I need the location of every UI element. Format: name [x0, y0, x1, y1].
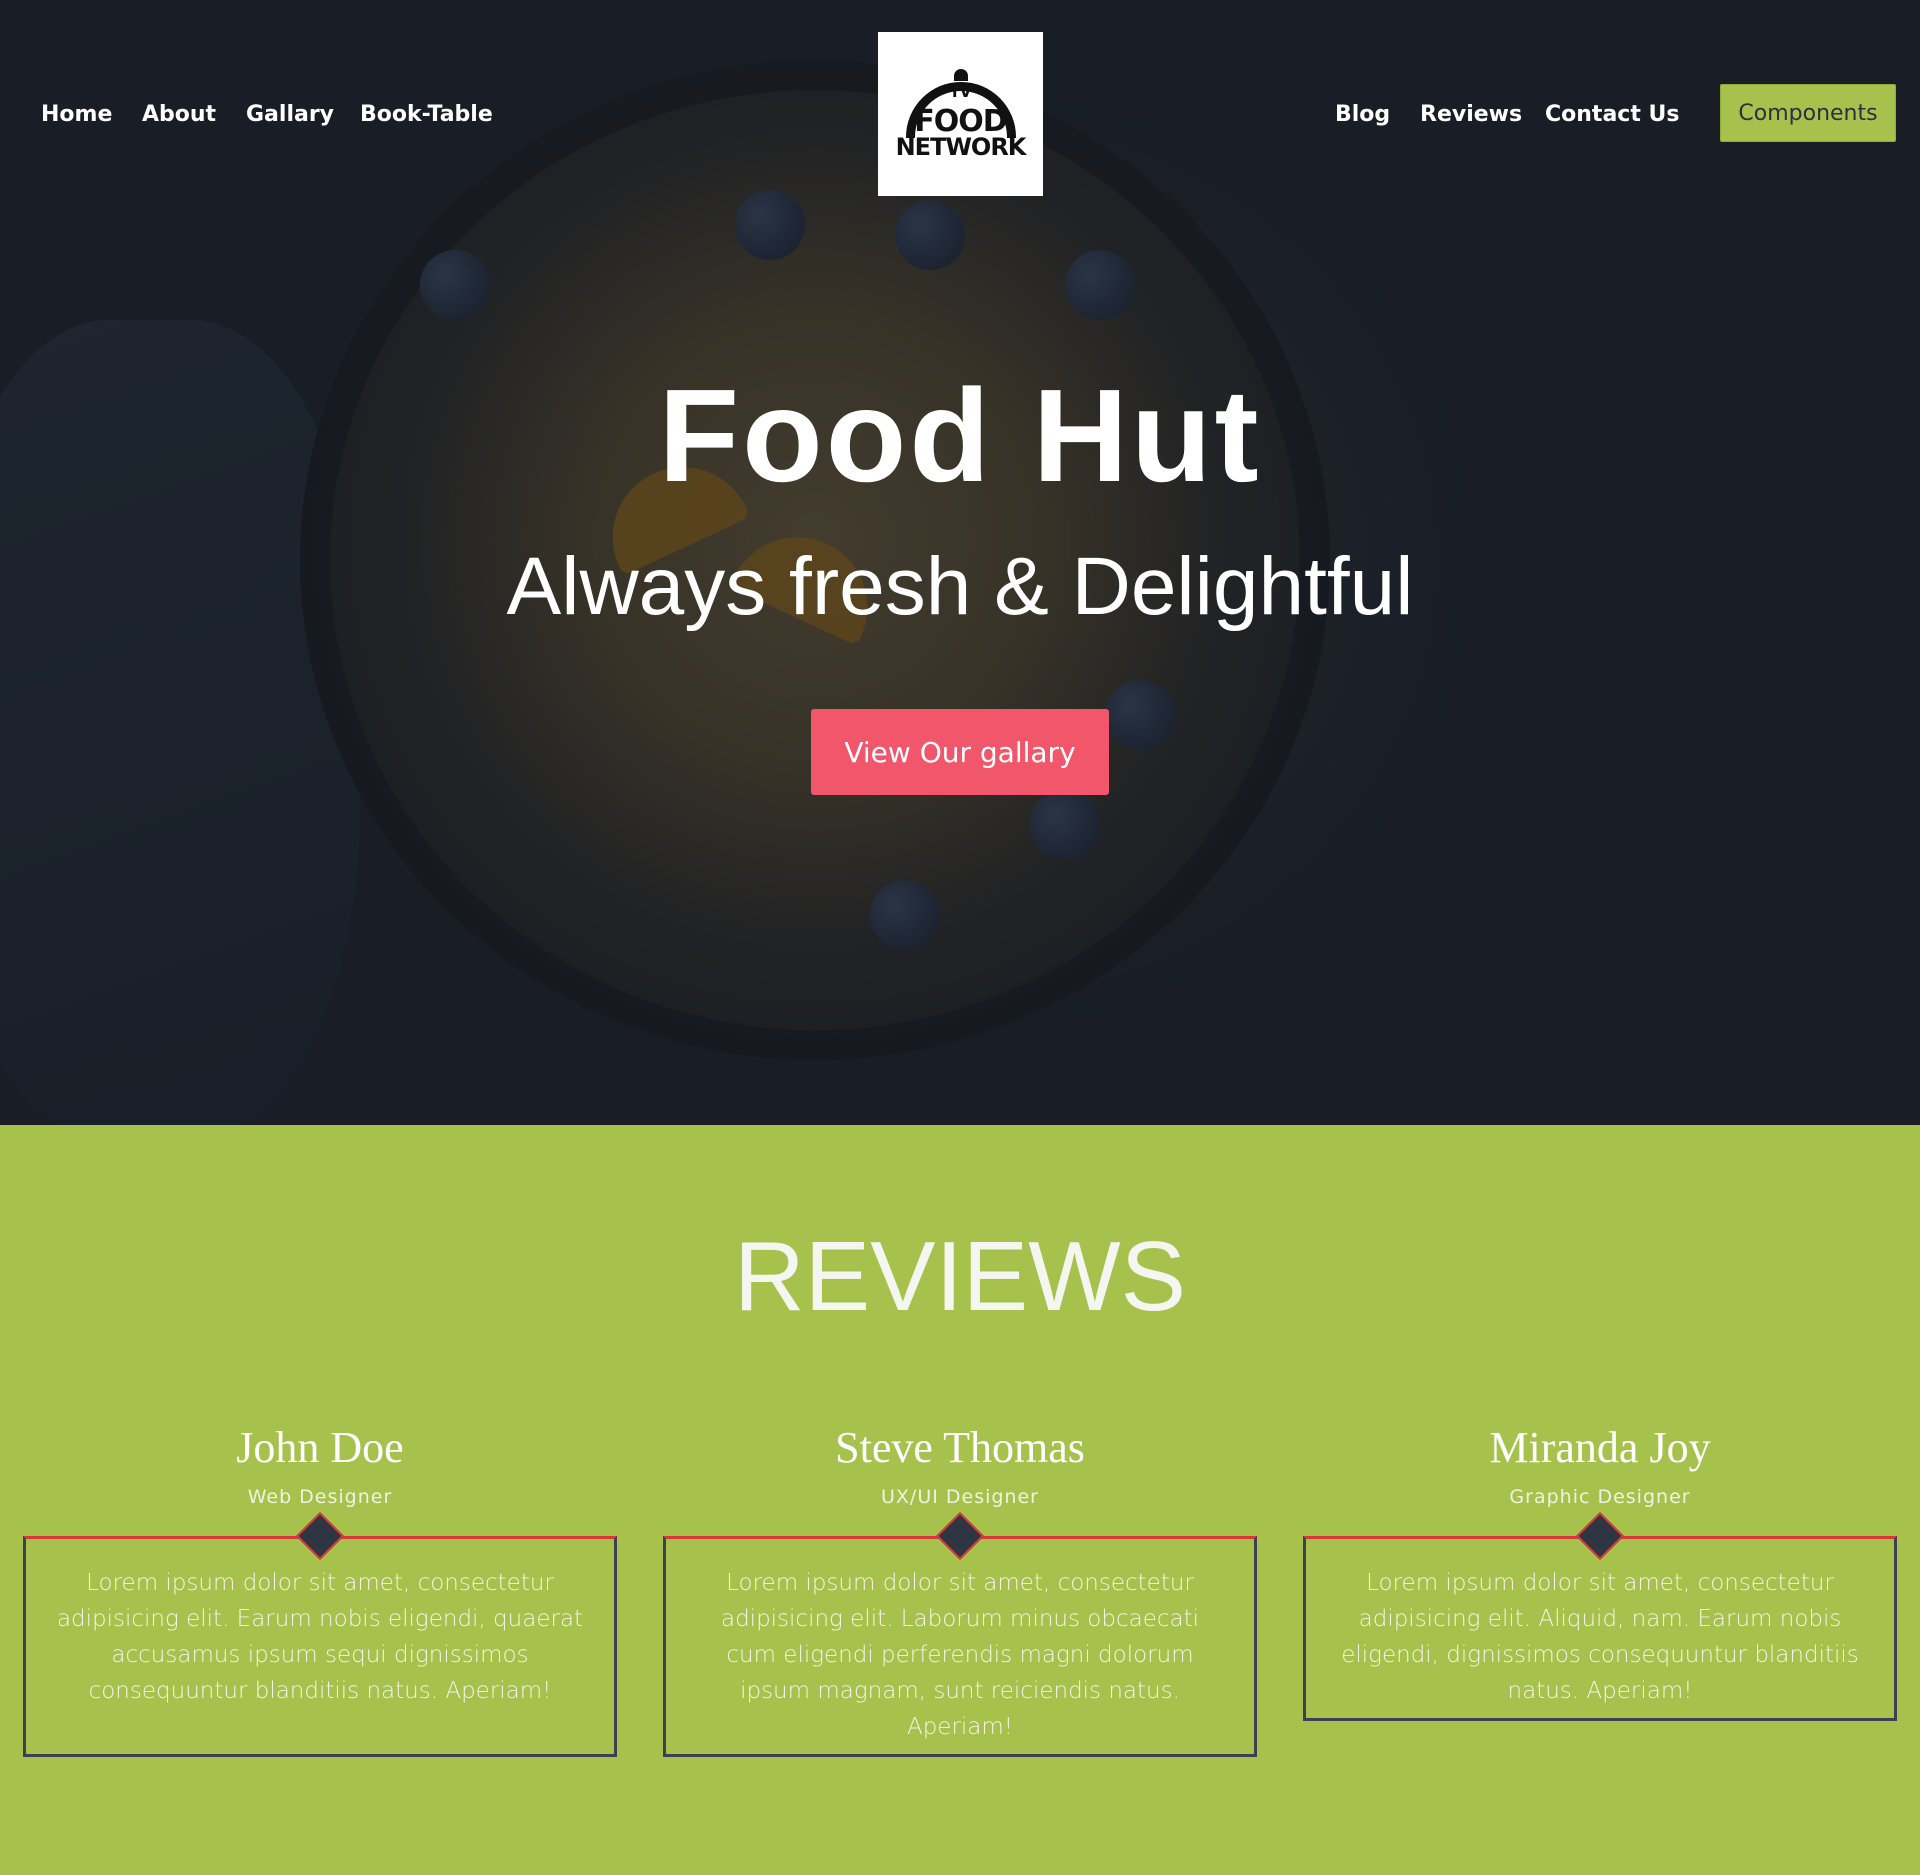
review-text: Lorem ipsum dolor sit amet, consectetur …: [56, 1570, 584, 1704]
logo-dome: TV: [905, 68, 1016, 138]
nav-link-contact-us[interactable]: Contact Us: [1545, 96, 1679, 134]
food-network-cloche-icon[interactable]: TV FOOD NETWORK: [878, 32, 1043, 196]
logo-tv-text: TV: [949, 82, 972, 101]
nav-link-reviews[interactable]: Reviews: [1420, 96, 1522, 134]
reviews-heading: REVIEWS: [734, 1221, 1186, 1331]
review-box: Lorem ipsum dolor sit amet, consectetur …: [23, 1511, 617, 1757]
reviewer-role: Web Designer: [247, 1486, 393, 1508]
review-text: Lorem ipsum dolor sit amet, consectetur …: [720, 1570, 1200, 1740]
nav-link-about[interactable]: About: [142, 96, 216, 134]
nav-link-book-table[interactable]: Book-Table: [360, 96, 493, 134]
components-button[interactable]: Components: [1720, 84, 1896, 142]
hero-subtitle: Always fresh & Delightful: [506, 541, 1414, 632]
nav-link-gallary[interactable]: Gallary: [246, 96, 334, 134]
diamond-icon: [935, 1511, 985, 1561]
logo-knob: [953, 68, 968, 81]
top-navbar: Home About Gallary Book-Table TV FOOD NE…: [0, 0, 1920, 196]
view-gallary-button[interactable]: View Our gallary: [811, 709, 1109, 795]
reviewer-role: Graphic Designer: [1509, 1486, 1691, 1508]
hero-section: Home About Gallary Book-Table TV FOOD NE…: [0, 0, 1920, 1125]
diamond-icon: [1575, 1511, 1625, 1561]
hero-title: Food Hut: [658, 362, 1262, 509]
diamond-icon: [295, 1511, 345, 1561]
reviewer-name: John Doe: [236, 1423, 404, 1472]
review-card: Steve Thomas UX/UI Designer Lorem ipsum …: [663, 1420, 1257, 1757]
review-box: Lorem ipsum dolor sit amet, consectetur …: [1303, 1511, 1897, 1721]
reviewer-name: Miranda Joy: [1489, 1423, 1711, 1472]
reviewer-name: Steve Thomas: [835, 1423, 1085, 1472]
review-card: John Doe Web Designer Lorem ipsum dolor …: [23, 1420, 617, 1757]
review-box: Lorem ipsum dolor sit amet, consectetur …: [663, 1511, 1257, 1757]
review-text: Lorem ipsum dolor sit amet, consectetur …: [1341, 1570, 1859, 1704]
reviewer-role: UX/UI Designer: [881, 1486, 1039, 1508]
nav-link-blog[interactable]: Blog: [1335, 96, 1390, 134]
nav-link-home[interactable]: Home: [41, 96, 112, 134]
review-card: Miranda Joy Graphic Designer Lorem ipsum…: [1303, 1420, 1897, 1721]
